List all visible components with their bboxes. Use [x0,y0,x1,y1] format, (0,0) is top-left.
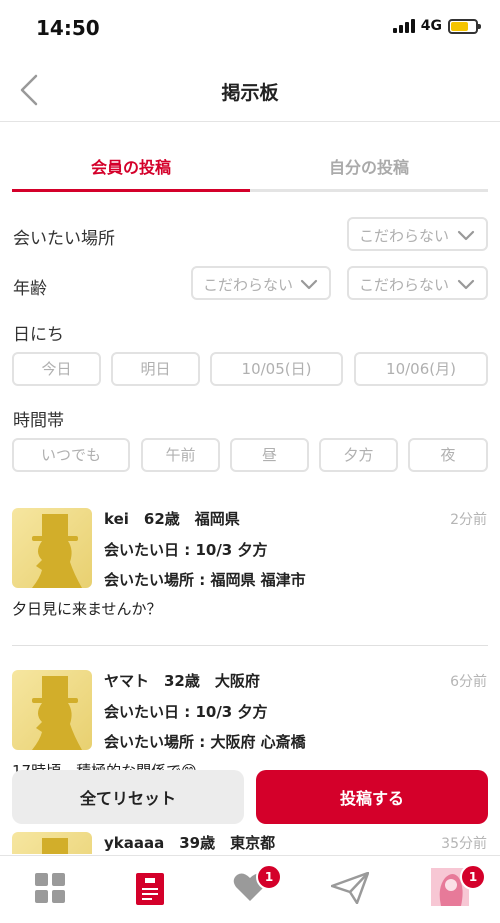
post-time: 35分前 [441,836,487,852]
gentleman-silhouette-icon [42,838,68,854]
reset-all-button[interactable]: 全てリセット [12,770,244,824]
time-chip-anytime[interactable]: いつでも [12,438,130,472]
tabbar-likes[interactable]: 1 [200,856,300,923]
navigation-bar: 掲示板 [0,60,500,122]
age-min-value: こだわらない [203,276,294,294]
time-chip-morning[interactable]: 午前 [141,438,220,472]
date-chip-today[interactable]: 今日 [12,352,101,386]
post-header: kei 62歳 福岡県 [104,510,240,528]
post-time: 6分前 [450,674,487,690]
date-chip-1006[interactable]: 10/06(月) [354,352,488,386]
post-message: 夕日見に来ませんか？ [12,600,162,618]
tab-member-posts[interactable]: 会員の投稿 [12,138,250,192]
status-time: 14:50 [36,16,100,40]
post-time: 2分前 [450,512,487,528]
date-chip-1005[interactable]: 10/05(日) [210,352,343,386]
network-label: 4G [420,18,442,34]
time-chip-noon[interactable]: 昼 [230,438,309,472]
post-header: ykaaaa 39歳 東京都 [104,834,276,852]
gentleman-silhouette-icon [32,676,82,750]
age-min-select[interactable]: こだわらない [191,266,331,300]
age-filter-label: 年齢 [13,279,47,299]
post-item[interactable]: ykaaaa 39歳 東京都 35分前 [0,832,500,854]
create-post-button[interactable]: 投稿する [256,770,488,824]
age-max-select[interactable]: こだわらない [347,266,488,300]
status-indicators: 4G [392,18,481,34]
tab-bar: 会員の投稿 自分の投稿 [12,138,488,192]
post-divider [12,645,488,646]
time-chip-evening[interactable]: 夕方 [319,438,398,472]
post-item[interactable]: ヤマト 32歳 大阪府 6分前 会いたい日 : 10/3 夕方 会いたい場所 :… [0,670,500,780]
date-filter-label: 日にち [13,325,64,345]
tabbar-profile[interactable]: 1 [400,856,500,923]
signal-icon [392,19,415,33]
place-filter-label: 会いたい場所 [13,229,115,249]
tabbar-messages[interactable] [300,856,400,923]
post-meet-day: 会いたい日 : 10/3 夕方 [104,703,268,721]
tabbar-board[interactable] [100,856,200,923]
chevron-down-icon [457,279,475,290]
likes-badge: 1 [256,864,282,890]
time-filter-label: 時間帯 [13,411,64,431]
post-header: ヤマト 32歳 大阪府 [104,672,260,690]
board-icon [136,873,164,905]
time-chip-night[interactable]: 夜 [408,438,488,472]
battery-icon [448,18,481,34]
bottom-tab-bar: 1 1 [0,855,500,923]
paper-plane-icon [331,872,369,904]
chevron-down-icon [457,230,475,241]
avatar[interactable] [12,508,92,588]
post-meet-day: 会いたい日 : 10/3 夕方 [104,541,268,559]
date-chip-tomorrow[interactable]: 明日 [111,352,200,386]
page-title: 掲示板 [221,82,279,104]
chevron-down-icon [300,279,318,290]
post-meet-place: 会いたい場所 : 大阪府 心斎橋 [104,733,306,751]
post-meet-place: 会いたい場所 : 福岡県 福津市 [104,571,306,589]
avatar[interactable] [12,670,92,750]
place-select[interactable]: こだわらない [347,217,488,251]
profile-badge: 1 [460,864,486,890]
age-max-value: こだわらない [359,276,450,294]
gentleman-silhouette-icon [32,514,82,588]
status-bar: 14:50 4G [0,0,500,60]
tabbar-home[interactable] [0,856,100,923]
place-select-value: こだわらない [359,227,450,245]
tab-my-posts[interactable]: 自分の投稿 [250,138,488,192]
post-item[interactable]: kei 62歳 福岡県 2分前 会いたい日 : 10/3 夕方 会いたい場所 :… [0,508,500,648]
avatar[interactable] [12,832,92,854]
grid-icon [35,873,65,903]
